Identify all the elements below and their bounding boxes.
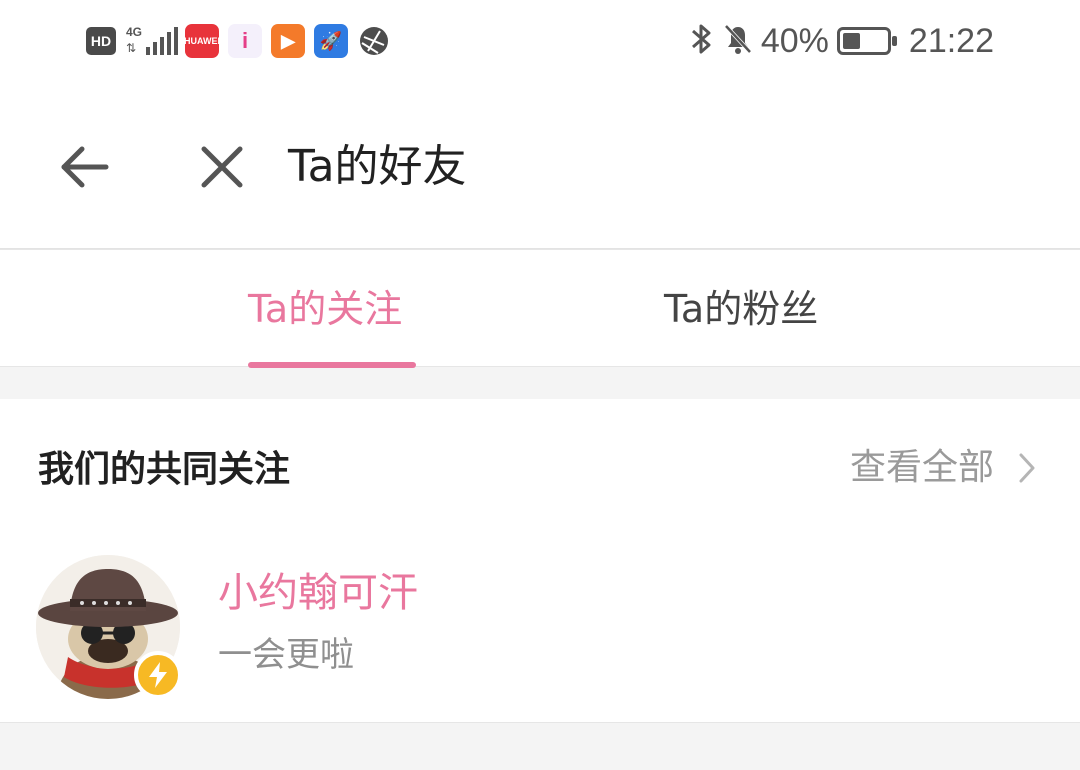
status-bar-left: HD 4G ⇅ HUAWEI i ▶ 🚀: [86, 22, 391, 60]
mutual-following-section: 我们的共同关注 查看全部 小约翰可汗 一会更啦: [0, 399, 1080, 723]
section-title: 我们的共同关注: [38, 449, 291, 490]
data-arrows-icon: ⇅: [126, 41, 137, 55]
status-bar: HD 4G ⇅ HUAWEI i ▶ 🚀 40% 21:22: [0, 0, 1080, 85]
app-header: Ta的好友: [0, 85, 1080, 248]
user-name[interactable]: 小约翰可汗: [218, 567, 418, 619]
chevron-right-icon: [1018, 452, 1036, 484]
battery-icon: [836, 27, 897, 55]
tab-active-indicator: [248, 362, 416, 368]
close-icon: [201, 146, 243, 188]
video-app-icon: ▶: [271, 24, 305, 58]
status-bar-right: 40% 21:22: [689, 22, 994, 60]
hd-icon: HD: [86, 27, 116, 55]
battery-fill: [842, 33, 860, 49]
info-app-icon: i: [228, 24, 262, 58]
huawei-appgallery-icon: HUAWEI: [184, 24, 220, 58]
list-item[interactable]: 小约翰可汗 一会更啦: [0, 549, 1080, 719]
user-description: 一会更啦: [218, 635, 354, 675]
rocket-app-icon: 🚀: [314, 24, 348, 58]
back-button[interactable]: [52, 137, 116, 197]
bluetooth-icon: [689, 21, 713, 61]
lightning-badge-icon: [134, 651, 182, 699]
tab-followers[interactable]: Ta的粉丝: [664, 284, 818, 334]
signal-icon: 4G ⇅: [126, 25, 178, 57]
page-title: Ta的好友: [288, 141, 467, 192]
battery-percent: 40%: [760, 21, 829, 60]
globe-app-icon: [357, 24, 391, 58]
view-all-label: 查看全部: [849, 447, 994, 488]
tab-bar: Ta的关注 Ta的粉丝: [0, 250, 1080, 368]
arrow-left-icon: [61, 146, 109, 188]
mute-bell-icon: [721, 21, 755, 61]
clock: 21:22: [908, 21, 994, 60]
network-type: 4G: [126, 25, 143, 39]
signal-bars: [146, 27, 178, 55]
view-all-button[interactable]: 查看全部: [850, 445, 1036, 491]
tab-following[interactable]: Ta的关注: [248, 284, 402, 334]
close-button[interactable]: [192, 137, 252, 197]
